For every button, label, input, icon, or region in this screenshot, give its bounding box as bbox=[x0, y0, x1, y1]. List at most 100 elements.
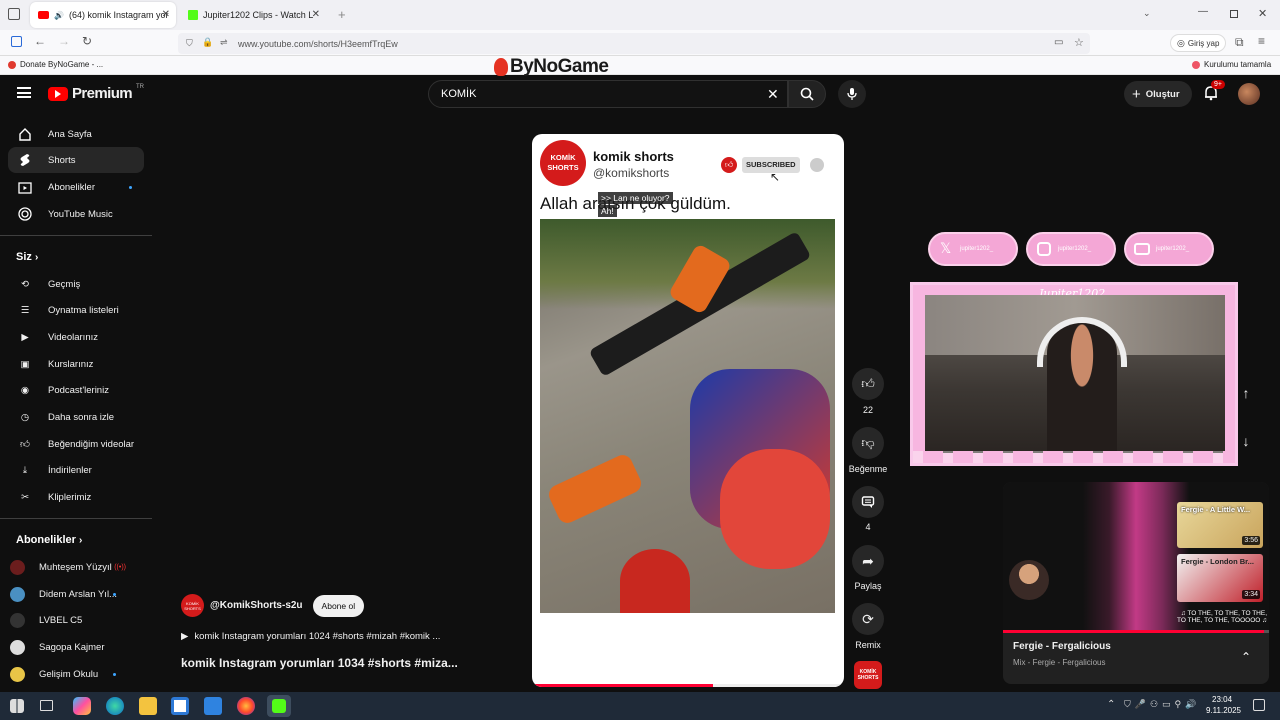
start-icon[interactable] bbox=[10, 699, 24, 713]
description-row[interactable]: ▶ komik Instagram yorumları 1024 #shorts… bbox=[181, 631, 440, 642]
sidebar-item-your-videos[interactable]: ▶ Videolarınız bbox=[8, 324, 144, 350]
subscription-item[interactable]: Gelişim Okulu bbox=[0, 661, 136, 687]
tab-kick[interactable]: Jupiter1202 Clips - Watch Live o ✕ bbox=[180, 2, 326, 28]
sound-channel-icon[interactable]: KOMİK SHORTS bbox=[854, 661, 882, 689]
sidebar-item-history[interactable]: ⟲ Geçmiş bbox=[8, 271, 144, 297]
copilot-icon[interactable] bbox=[73, 697, 91, 715]
subscription-item[interactable]: Didem Arslan Yıl... bbox=[0, 581, 136, 607]
mail-icon[interactable] bbox=[204, 697, 222, 715]
social-pill-x: 𝕏jupiter1202_ bbox=[928, 232, 1018, 266]
close-tab-icon[interactable]: ✕ bbox=[312, 9, 320, 20]
owner-handle[interactable]: @KomikShorts-s2u bbox=[210, 600, 303, 611]
youtube-play-icon bbox=[48, 86, 68, 101]
tab-list-icon[interactable] bbox=[8, 8, 20, 20]
owner-avatar[interactable]: KOMİK SHORTS bbox=[181, 594, 204, 617]
search-input[interactable]: KOMİK ✕ bbox=[428, 80, 788, 108]
sidebar-item-watch-later[interactable]: ◷ Daha sonra izle bbox=[8, 404, 144, 430]
tab-title: (64) komik Instagram yorum bbox=[68, 10, 169, 20]
notifications-button[interactable]: 9+ bbox=[1203, 80, 1225, 103]
video-red-glove bbox=[720, 449, 830, 569]
you-section-header[interactable]: Siz › bbox=[16, 251, 38, 263]
queue-thumb[interactable]: Fergie - London Br... 3:34 bbox=[1177, 554, 1263, 602]
close-window-icon[interactable]: ✕ bbox=[1258, 7, 1267, 20]
queue-thumb[interactable]: Fergie - A Little W... 3:56 bbox=[1177, 502, 1263, 548]
voice-search-button[interactable] bbox=[838, 80, 866, 108]
edge-icon[interactable] bbox=[106, 697, 124, 715]
hamburger-menu-icon[interactable] bbox=[17, 87, 31, 98]
restore-icon[interactable] bbox=[1230, 10, 1238, 18]
progress-bar[interactable] bbox=[532, 684, 844, 687]
new-tab-icon[interactable]: + bbox=[338, 7, 346, 22]
video-frame[interactable] bbox=[540, 219, 835, 613]
address-bar[interactable]: ⛉ 🔒 ⇌ www.youtube.com/shorts/H3eemfTrqEw… bbox=[178, 33, 1090, 54]
shorts-player[interactable]: KOMİK SHORTS komik shorts @komikshorts 👍… bbox=[532, 134, 844, 687]
sidebar-item-podcasts[interactable]: ◉ Podcast'leriniz bbox=[8, 377, 144, 403]
miniplayer[interactable]: Fergie - A Little W... 3:56 Fergie - Lon… bbox=[1003, 482, 1269, 684]
youtube-logo[interactable]: Premium TR bbox=[48, 83, 144, 102]
subscription-item[interactable]: LVBEL C5 bbox=[0, 607, 136, 633]
dislike-button[interactable]: 👎︎ bbox=[852, 427, 884, 459]
search-button[interactable] bbox=[788, 80, 826, 108]
sidebar-item-home[interactable]: Ana Sayfa bbox=[8, 121, 144, 147]
expand-chevron-icon[interactable]: ⌃ bbox=[1241, 650, 1251, 664]
account-avatar[interactable] bbox=[1238, 83, 1260, 105]
clock-time[interactable]: 23:04 bbox=[1212, 695, 1232, 704]
store-icon[interactable] bbox=[171, 697, 189, 715]
bookmark-star-icon[interactable]: ☆ bbox=[1074, 36, 1084, 49]
tray-chevron-icon[interactable]: ⌃ bbox=[1107, 699, 1115, 710]
forward-icon[interactable]: → bbox=[58, 34, 70, 48]
task-view-icon[interactable] bbox=[40, 700, 53, 711]
sidebar-item-music[interactable]: YouTube Music bbox=[8, 201, 144, 227]
home-icon bbox=[12, 127, 38, 141]
permissions-icon[interactable]: ⇌ bbox=[220, 37, 228, 48]
tray-icons[interactable]: ⛉🎤⚇▭⚲🔊 bbox=[1124, 699, 1200, 710]
subscription-item[interactable]: Sagopa Kajmer bbox=[0, 634, 136, 660]
sidebar-item-shorts[interactable]: Shorts bbox=[8, 147, 144, 173]
sidebar-item-subscriptions[interactable]: Abonelikler bbox=[8, 174, 144, 200]
miniplayer-progress-fill bbox=[1003, 630, 1264, 633]
miniplayer-progress[interactable] bbox=[1003, 630, 1269, 633]
close-tab-icon[interactable]: ✕ bbox=[162, 9, 170, 20]
obs-app-icon[interactable] bbox=[267, 695, 291, 717]
reload-icon[interactable]: ↻ bbox=[82, 34, 92, 48]
clock-date[interactable]: 9.11.2025 bbox=[1206, 706, 1241, 715]
channel-avatar[interactable]: KOMİK SHORTS bbox=[540, 140, 586, 186]
subscriptions-section-header[interactable]: Abonelikler › bbox=[16, 534, 82, 546]
bookmark-bynogame[interactable]: Donate ByNoGame - ... bbox=[8, 60, 103, 69]
url-text: www.youtube.com/shorts/H3eemfTrqEw bbox=[238, 38, 398, 49]
brand-country: TR bbox=[136, 83, 144, 90]
subscription-item[interactable]: Muhteşem Yüzyıl ((•)) bbox=[0, 554, 136, 580]
remix-button[interactable]: ⟳ bbox=[852, 603, 884, 635]
like-button[interactable]: 👍︎ bbox=[852, 368, 884, 400]
notification-center-icon[interactable] bbox=[1253, 699, 1265, 711]
sidebar-item-liked[interactable]: 👍︎ Beğendiğim videolar bbox=[8, 431, 144, 457]
sidebar-item-playlists[interactable]: ☰ Oynatma listeleri bbox=[8, 297, 144, 323]
sidebar-item-label: Shorts bbox=[48, 154, 76, 166]
back-icon[interactable]: ← bbox=[34, 34, 46, 48]
menu-icon[interactable]: ≡ bbox=[1258, 34, 1265, 48]
bookmark-setup[interactable]: Kurulumu tamamla bbox=[1192, 60, 1271, 69]
side-panel-icon[interactable] bbox=[11, 36, 22, 47]
subscribe-button[interactable]: Abone ol bbox=[312, 594, 365, 617]
comments-button[interactable] bbox=[852, 486, 884, 518]
share-button[interactable]: ➦ bbox=[852, 545, 884, 577]
miniplayer-video[interactable]: Fergie - A Little W... 3:56 Fergie - Lon… bbox=[1003, 482, 1269, 630]
firefox-icon[interactable] bbox=[237, 697, 255, 715]
sidebar-item-courses[interactable]: ▣ Kurslarınız bbox=[8, 351, 144, 377]
channel-name[interactable]: komik shorts bbox=[593, 149, 674, 164]
audio-icon[interactable]: 🔊 bbox=[54, 11, 64, 20]
clear-search-icon[interactable]: ✕ bbox=[767, 86, 779, 103]
tab-overflow-icon[interactable]: ⌄ bbox=[1143, 8, 1151, 19]
tab-youtube[interactable]: 🔊 (64) komik Instagram yorum ✕ bbox=[30, 2, 176, 28]
previous-short-button[interactable]: ↑ bbox=[1234, 381, 1258, 405]
extensions-icon[interactable]: ⧉ bbox=[1235, 35, 1244, 50]
reader-view-icon[interactable]: ▭ bbox=[1054, 37, 1063, 48]
sidebar-item-downloads[interactable]: ⤓ İndirilenler bbox=[8, 457, 144, 483]
next-short-button[interactable]: ↓ bbox=[1234, 429, 1258, 453]
signin-button[interactable]: ◎ Giriş yap bbox=[1170, 34, 1227, 52]
file-explorer-icon[interactable] bbox=[139, 697, 157, 715]
create-button[interactable]: + Oluştur bbox=[1124, 81, 1192, 107]
sidebar-item-clips[interactable]: ✂ Kliplerimiz bbox=[8, 484, 144, 510]
watch-later-icon: ◷ bbox=[20, 411, 30, 423]
minimize-icon[interactable]: — bbox=[1198, 6, 1208, 17]
